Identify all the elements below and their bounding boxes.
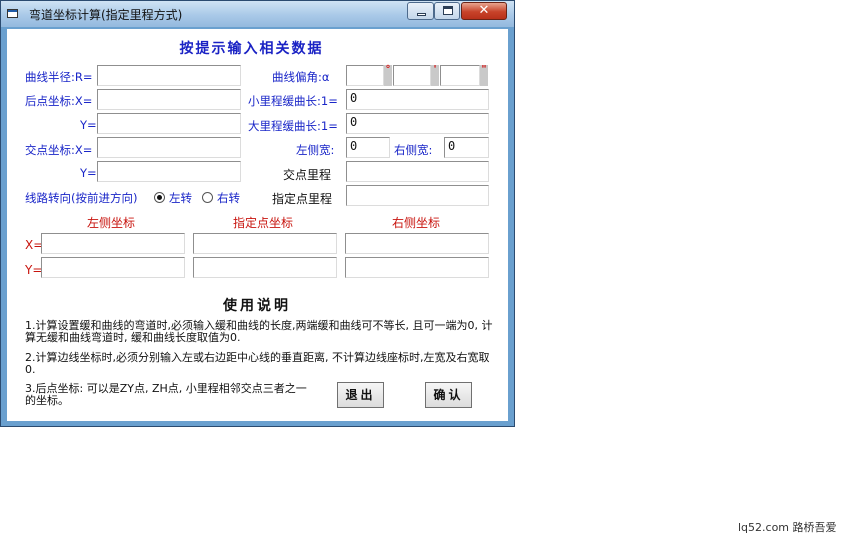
deflection-minutes-input[interactable] — [393, 65, 431, 86]
intersect-y-input[interactable] — [97, 161, 241, 182]
radius-input[interactable] — [97, 65, 241, 86]
small-spiral-label: 小里程缓曲长:1= — [248, 94, 338, 108]
turn-left-radio[interactable] — [154, 192, 165, 203]
intersect-x-label: 交点坐标:X= — [25, 143, 93, 157]
target-mileage-input[interactable] — [346, 185, 489, 206]
watermark: lq52.com 路桥吾爱 — [738, 521, 837, 534]
large-spiral-input[interactable]: 0 — [346, 113, 489, 134]
left-width-input[interactable]: 0 — [346, 137, 390, 158]
minimize-button[interactable] — [407, 2, 434, 20]
intersect-mileage-input[interactable] — [346, 161, 489, 182]
turn-direction-label: 线路转向(按前进方向) — [25, 191, 138, 205]
left-coord-heading: 左侧坐标 — [87, 216, 136, 230]
small-spiral-input[interactable]: 0 — [346, 89, 489, 110]
form-header: 按提示输入相关数据 — [179, 41, 324, 57]
intersect-x-input[interactable] — [97, 137, 241, 158]
window-title: 弯道坐标计算(指定里程方式) — [29, 8, 183, 22]
large-spiral-label: 大里程缓曲长:1= — [248, 119, 338, 133]
left-x-output[interactable] — [41, 233, 185, 254]
left-y-output[interactable] — [41, 257, 185, 278]
usage-note-2: 2.计算边线坐标时,必须分别输入左或右边距中心线的垂直距离, 不计算边线座标时,… — [25, 351, 490, 376]
radius-label: 曲线半径:R= — [25, 70, 93, 84]
turn-right-radio[interactable] — [202, 192, 213, 203]
right-y-output[interactable] — [345, 257, 489, 278]
degree-mark: ° — [384, 65, 392, 86]
target-coord-heading: 指定点坐标 — [233, 216, 294, 230]
turn-right-label[interactable]: 右转 — [217, 190, 240, 206]
intersect-mileage-label: 交点里程 — [283, 168, 332, 182]
close-icon: ✕ — [478, 3, 490, 18]
exit-button[interactable]: 退出 — [337, 382, 384, 408]
maximize-button[interactable] — [434, 2, 460, 20]
usage-note-1: 1.计算设置缓和曲线的弯道时,必须输入缓和曲线的长度,两端缓和曲线可不等长, 且… — [25, 319, 493, 344]
usage-title: 使用说明 — [223, 298, 291, 314]
deflection-label: 曲线偏角:α — [272, 70, 330, 84]
close-button[interactable]: ✕ — [461, 2, 507, 20]
minute-mark: ' — [431, 65, 439, 86]
title-bar[interactable]: 弯道坐标计算(指定里程方式) ✕ — [1, 1, 514, 27]
usage-note-3: 3.后点坐标: 可以是ZY点, ZH点, 小里程相邻交点三者之一的坐标。 — [25, 382, 307, 407]
back-x-input[interactable] — [97, 89, 241, 110]
left-width-label: 左侧宽: — [296, 143, 335, 157]
target-y-output[interactable] — [193, 257, 337, 278]
target-mileage-label: 指定点里程 — [272, 192, 333, 206]
back-y-input[interactable] — [97, 113, 241, 134]
main-window: 弯道坐标计算(指定里程方式) ✕ 按提示输入相关数据 曲线半径:R= 后点坐标:… — [0, 0, 515, 427]
intersect-y-label: Y= — [80, 166, 97, 180]
back-x-label: 后点坐标:X= — [25, 94, 93, 108]
right-width-label: 右侧宽: — [394, 143, 433, 157]
right-x-output[interactable] — [345, 233, 489, 254]
confirm-button[interactable]: 确认 — [425, 382, 472, 408]
deflection-seconds-input[interactable] — [440, 65, 480, 86]
deflection-degrees-input[interactable] — [346, 65, 384, 86]
maximize-icon — [443, 6, 453, 15]
app-icon[interactable] — [7, 9, 18, 18]
minimize-icon — [417, 13, 426, 16]
right-width-input[interactable]: 0 — [444, 137, 489, 158]
form-area: 按提示输入相关数据 曲线半径:R= 后点坐标:X= Y= 交点坐标:X= Y= … — [7, 29, 508, 421]
back-y-label: Y= — [80, 118, 97, 132]
turn-left-label[interactable]: 左转 — [169, 190, 192, 206]
result-y-label: Y= — [25, 263, 43, 277]
second-mark: " — [480, 65, 488, 86]
right-coord-heading: 右侧坐标 — [392, 216, 441, 230]
target-x-output[interactable] — [193, 233, 337, 254]
